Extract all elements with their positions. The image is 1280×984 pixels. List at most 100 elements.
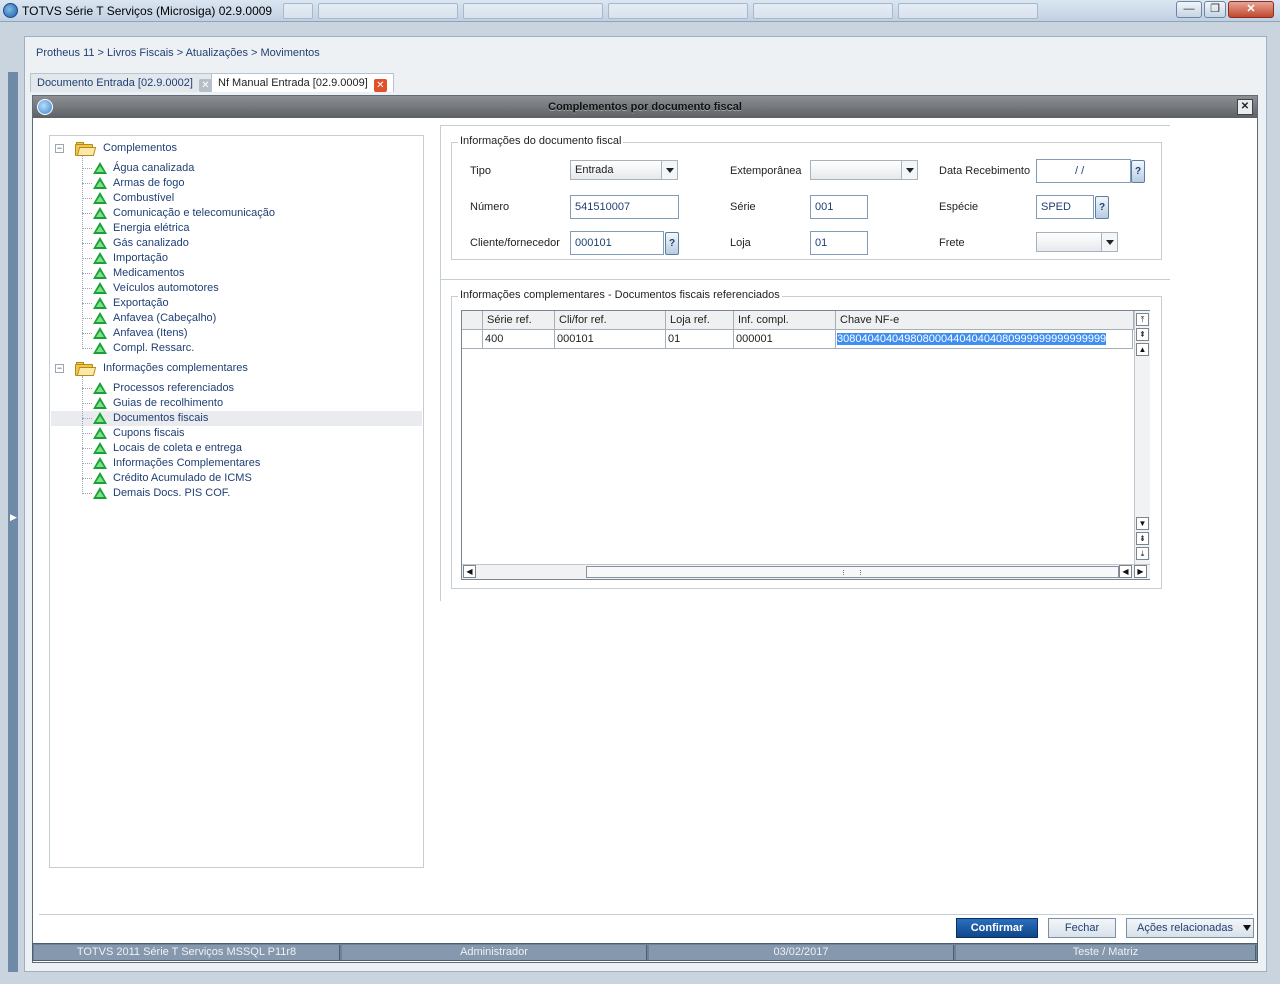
green-triangle-icon — [93, 297, 107, 309]
row-indicator[interactable] — [462, 330, 483, 349]
green-triangle-icon — [93, 457, 107, 469]
background-task-item — [898, 3, 1038, 19]
frete-label: Frete — [939, 237, 965, 249]
tree-item[interactable]: Exportação — [51, 296, 422, 311]
extemporanea-select[interactable] — [810, 160, 918, 180]
cell-inf-compl[interactable]: 000001 — [734, 330, 836, 349]
restore-button[interactable]: ❐ — [1204, 1, 1226, 18]
especie-field[interactable]: SPED — [1036, 195, 1094, 219]
tree-item-label: Locais de coleta e entrega — [113, 442, 243, 454]
window-titlebar: TOTVS Série T Serviços (Microsiga) 02.9.… — [0, 0, 1280, 22]
serie-field[interactable]: 001 — [810, 195, 868, 219]
chevron-down-icon — [1243, 925, 1251, 931]
tree-item[interactable]: Comunicação e telecomunicação — [51, 206, 422, 221]
confirm-button[interactable]: Confirmar — [956, 918, 1038, 938]
tree-item[interactable]: Medicamentos — [51, 266, 422, 281]
tree-item[interactable]: Gás canalizado — [51, 236, 422, 251]
scroll-top-icon[interactable]: ⤒ — [1136, 313, 1149, 326]
tree-item[interactable]: Guias de recolhimento — [51, 396, 422, 411]
grid-header-inf-compl[interactable]: Inf. compl. — [734, 311, 836, 330]
related-actions-button[interactable]: Ações relacionadas — [1126, 918, 1254, 938]
tree-item[interactable]: Demais Docs. PIS COF. — [51, 486, 422, 501]
tree-item[interactable]: Anfavea (Cabeçalho) — [51, 311, 422, 326]
tree-item-label: Informações Complementares — [113, 457, 261, 469]
scroll-left-icon[interactable]: ◀ — [463, 565, 476, 578]
grid-header-clifor-ref[interactable]: Cli/for ref. — [555, 311, 666, 330]
tree-item[interactable]: Documentos fiscais — [51, 411, 422, 426]
green-triangle-icon — [93, 312, 107, 324]
dialog-close-button[interactable]: ✕ — [1237, 99, 1253, 115]
tree-item[interactable]: Processos referenciados — [51, 381, 422, 396]
cliente-field[interactable]: 000101 — [570, 231, 664, 255]
tipo-value: Entrada — [575, 164, 614, 176]
tree-item-label: Cupons fiscais — [113, 427, 185, 439]
scroll-thumb[interactable] — [586, 566, 1119, 578]
data-recebimento-field[interactable]: / / — [1036, 159, 1131, 183]
cell-serie-ref[interactable]: 400 — [483, 330, 555, 349]
green-triangle-icon — [93, 237, 107, 249]
close-icon[interactable]: ✕ — [198, 79, 212, 92]
scroll-bottom-icon[interactable]: ⤓ — [1136, 547, 1149, 560]
numero-field[interactable]: 541510007 — [570, 195, 679, 219]
tree-item[interactable]: Água canalizada — [51, 161, 422, 176]
tree-item[interactable]: Anfavea (Itens) — [51, 326, 422, 341]
minimize-button[interactable]: — — [1176, 1, 1202, 18]
tree-item[interactable]: Importação — [51, 251, 422, 266]
grid-header-loja-ref[interactable]: Loja ref. — [666, 311, 734, 330]
green-triangle-icon — [93, 177, 107, 189]
tree-group-label[interactable]: Informações complementares — [103, 362, 248, 377]
window-close-button[interactable]: ✕ — [1228, 1, 1274, 18]
cell-clifor-ref[interactable]: 000101 — [555, 330, 666, 349]
grip-icon — [843, 570, 861, 575]
breadcrumb: Protheus 11 > Livros Fiscais > Atualizaç… — [36, 47, 320, 59]
tree-group-label[interactable]: Complementos — [103, 142, 177, 157]
tree-item[interactable]: Veículos automotores — [51, 281, 422, 296]
tree-expander-icon[interactable]: − — [55, 364, 64, 373]
especie-label: Espécie — [939, 201, 979, 213]
tree-item[interactable]: Locais de coleta e entrega — [51, 441, 422, 456]
scroll-right-icon[interactable]: ▶ — [1134, 565, 1147, 578]
tipo-label: Tipo — [470, 165, 491, 177]
tab-documento-entrada[interactable]: Documento Entrada [02.9.0002] ✕ — [30, 73, 219, 92]
cliente-lookup-button[interactable]: ? — [665, 232, 679, 255]
tree-item[interactable]: Crédito Acumulado de ICMS — [51, 471, 422, 486]
tree-item-label: Veículos automotores — [113, 282, 219, 294]
tree-item[interactable]: Cupons fiscais — [51, 426, 422, 441]
green-triangle-icon — [93, 192, 107, 204]
open-folder-icon — [75, 142, 97, 156]
cell-loja-ref[interactable]: 01 — [666, 330, 734, 349]
tree-item[interactable]: Combustível — [51, 191, 422, 206]
background-task-item — [318, 3, 458, 19]
side-collapse-strip[interactable]: ▶ — [8, 72, 18, 972]
tree-item[interactable]: Compl. Ressarc. — [51, 341, 422, 356]
tipo-select[interactable]: Entrada — [570, 160, 678, 180]
scroll-left-icon[interactable]: ◀ — [1119, 565, 1132, 578]
tree-item-label: Compl. Ressarc. — [113, 342, 195, 354]
grid-header-serie-ref[interactable]: Série ref. — [483, 311, 555, 330]
scroll-down-icon[interactable]: ▼ — [1136, 517, 1149, 530]
grid-horizontal-scrollbar[interactable]: ◀ ◀ ▶ — [462, 564, 1150, 579]
green-triangle-icon — [93, 282, 107, 294]
cell-chave-nfe[interactable]: 3080404040498080004404040408099999999999… — [836, 330, 1133, 349]
scroll-up-icon[interactable]: ▲ — [1136, 343, 1149, 356]
tree-item[interactable]: Armas de fogo — [51, 176, 422, 191]
loja-field[interactable]: 01 — [810, 231, 868, 255]
especie-lookup-button[interactable]: ? — [1095, 196, 1109, 219]
grid-header-chave-nfe[interactable]: Chave NF-e — [836, 311, 1134, 330]
frete-select[interactable] — [1036, 232, 1118, 252]
tab-nf-manual-entrada[interactable]: Nf Manual Entrada [02.9.0009] ✕ — [211, 73, 394, 92]
chevron-down-icon — [901, 161, 917, 179]
grid-vertical-scrollbar[interactable]: ⤒ ⇞ ▲ ▼ ⇟ ⤓ — [1134, 311, 1150, 565]
green-triangle-icon — [93, 487, 107, 499]
dialog-title: Complementos por documento fiscal — [548, 101, 742, 113]
scroll-page-down-icon[interactable]: ⇟ — [1136, 532, 1149, 545]
tree-item[interactable]: Informações Complementares — [51, 456, 422, 471]
close-icon[interactable]: ✕ — [373, 79, 387, 92]
tree-expander-icon[interactable]: − — [55, 144, 64, 153]
close-button[interactable]: Fechar — [1048, 918, 1116, 938]
background-task-item — [753, 3, 893, 19]
chevron-down-icon — [1101, 233, 1117, 251]
tree-item[interactable]: Energia elétrica — [51, 221, 422, 236]
data-recebimento-lookup-button[interactable]: ? — [1131, 160, 1145, 183]
scroll-page-up-icon[interactable]: ⇞ — [1136, 328, 1149, 341]
